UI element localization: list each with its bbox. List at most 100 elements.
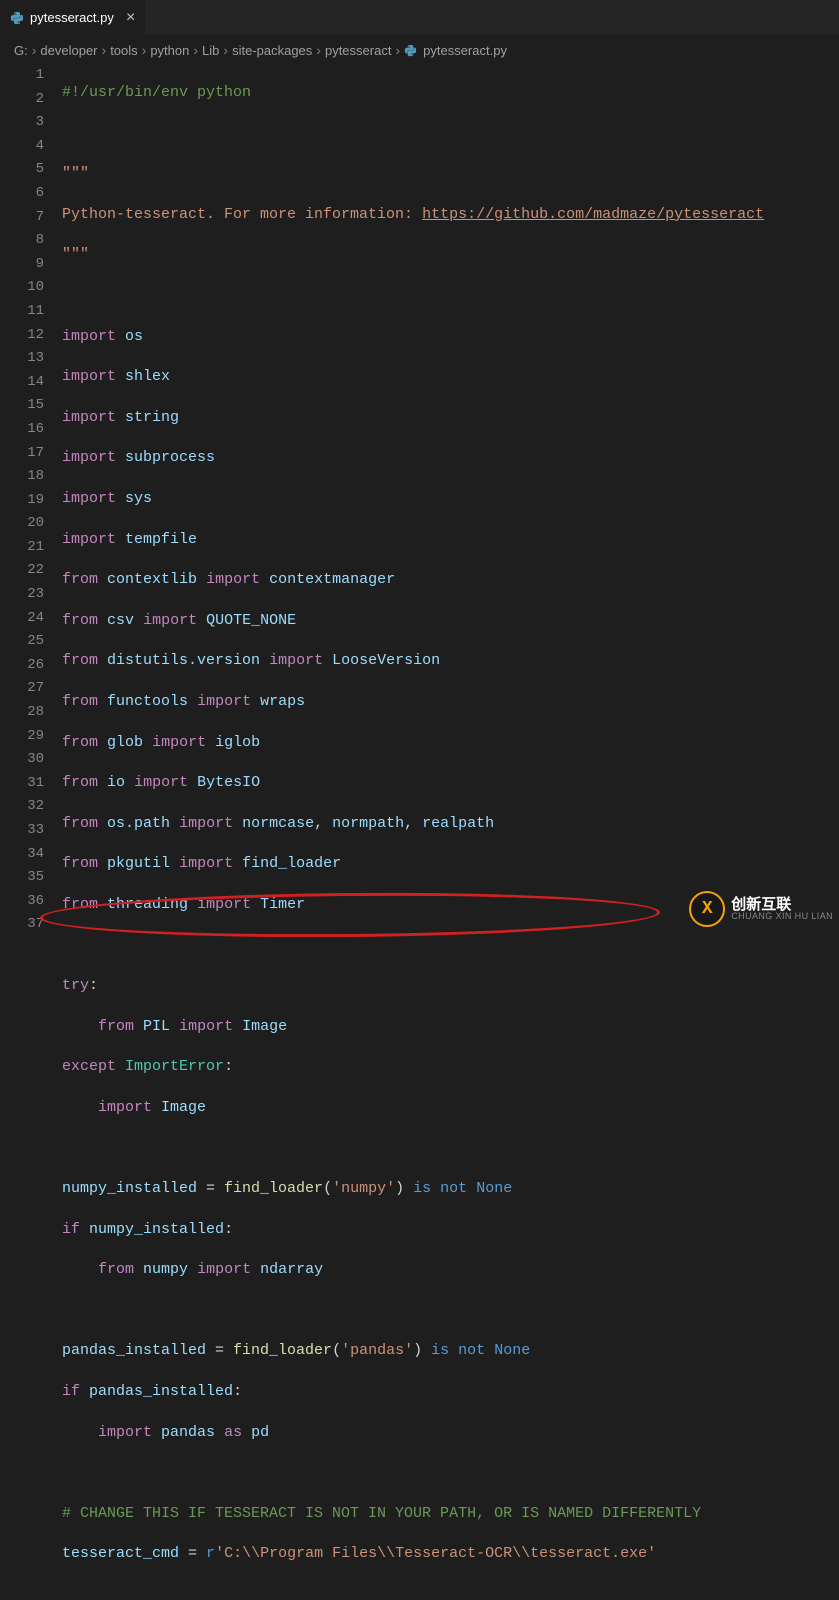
code-content[interactable]: #!/usr/bin/env python """ Python-tessera… xyxy=(62,64,839,935)
tab-bar: pytesseract.py × xyxy=(0,0,839,36)
code-text: None xyxy=(476,1180,512,1197)
code-text: import xyxy=(206,571,260,588)
code-text: # CHANGE THIS IF TESSERACT IS NOT IN YOU… xyxy=(62,1505,701,1522)
code-text: find_loader xyxy=(224,1180,323,1197)
code-text: Timer xyxy=(260,896,305,913)
code-text: import xyxy=(62,531,116,548)
tab-pytesseract[interactable]: pytesseract.py × xyxy=(0,0,146,35)
code-text: os.path xyxy=(107,815,170,832)
line-number: 27 xyxy=(0,677,44,701)
code-text: None xyxy=(494,1342,530,1359)
code-text: 'C:\\Program Files\\Tesseract-OCR\\tesse… xyxy=(215,1545,656,1562)
code-text: functools xyxy=(107,693,188,710)
line-number: 5 xyxy=(0,158,44,182)
line-number: 25 xyxy=(0,630,44,654)
code-text: import xyxy=(62,449,116,466)
line-number: 12 xyxy=(0,324,44,348)
code-text: pandas_installed xyxy=(89,1383,233,1400)
code-text: PIL xyxy=(143,1018,170,1035)
code-text: if xyxy=(62,1221,80,1238)
line-number: 33 xyxy=(0,819,44,843)
line-number: 14 xyxy=(0,371,44,395)
code-text: not xyxy=(458,1342,485,1359)
code-text: import xyxy=(134,774,188,791)
tab-label: pytesseract.py xyxy=(30,10,114,25)
code-text: numpy_installed xyxy=(62,1180,197,1197)
breadcrumb-root[interactable]: G: xyxy=(14,43,28,58)
code-text: find_loader xyxy=(242,855,341,872)
code-text: from xyxy=(98,1261,134,1278)
line-number: 9 xyxy=(0,253,44,277)
code-text: import xyxy=(152,734,206,751)
code-text: csv xyxy=(107,612,134,629)
breadcrumb-item[interactable]: tools xyxy=(110,43,137,58)
code-text: realpath xyxy=(422,815,494,832)
close-icon[interactable]: × xyxy=(126,9,136,27)
code-text: threading xyxy=(107,896,188,913)
line-number: 26 xyxy=(0,654,44,678)
code-text: QUOTE_NONE xyxy=(206,612,296,629)
code-text: ImportError xyxy=(125,1058,224,1075)
code-text: from xyxy=(62,774,98,791)
code-text: import xyxy=(62,328,116,345)
line-number: 23 xyxy=(0,583,44,607)
code-link[interactable]: https://github.com/madmaze/pytesseract xyxy=(422,206,764,223)
code-text: 'numpy' xyxy=(332,1180,395,1197)
code-text: except xyxy=(62,1058,116,1075)
line-number: 28 xyxy=(0,701,44,725)
breadcrumb-file[interactable]: pytesseract.py xyxy=(423,43,507,58)
breadcrumb-item[interactable]: site-packages xyxy=(232,43,312,58)
code-text: numpy_installed xyxy=(89,1221,224,1238)
python-file-icon xyxy=(10,11,24,25)
breadcrumb-item[interactable]: pytesseract xyxy=(325,43,391,58)
code-text: import xyxy=(179,815,233,832)
code-text: #!/usr/bin/env python xyxy=(62,84,251,101)
chevron-right-icon: › xyxy=(223,42,228,58)
code-text: import xyxy=(179,855,233,872)
line-number: 20 xyxy=(0,512,44,536)
code-text: import xyxy=(62,409,116,426)
chevron-right-icon: › xyxy=(102,42,107,58)
line-number: 6 xyxy=(0,182,44,206)
code-text: pandas_installed xyxy=(62,1342,206,1359)
code-text: normpath xyxy=(332,815,404,832)
code-text: """ xyxy=(62,246,89,263)
code-text: wraps xyxy=(260,693,305,710)
code-text: LooseVersion xyxy=(332,652,440,669)
line-number: 3 xyxy=(0,111,44,135)
code-text: find_loader xyxy=(233,1342,332,1359)
code-text: string xyxy=(125,409,179,426)
code-text: as xyxy=(224,1424,242,1441)
code-text: from xyxy=(62,815,98,832)
code-editor[interactable]: 1234567891011121314151617181920212223242… xyxy=(0,64,839,935)
code-text: pkgutil xyxy=(107,855,170,872)
line-number: 17 xyxy=(0,442,44,466)
code-text: import xyxy=(143,612,197,629)
line-number: 19 xyxy=(0,489,44,513)
chevron-right-icon: › xyxy=(142,42,147,58)
code-text: import xyxy=(98,1424,152,1441)
code-text: contextmanager xyxy=(269,571,395,588)
code-text: pandas xyxy=(161,1424,215,1441)
code-text: from xyxy=(62,855,98,872)
code-text: from xyxy=(62,734,98,751)
code-text: Python-tesseract. For more information: xyxy=(62,206,422,223)
code-text: import xyxy=(197,1261,251,1278)
code-text: from xyxy=(62,693,98,710)
line-number: 15 xyxy=(0,394,44,418)
breadcrumb-item[interactable]: developer xyxy=(40,43,97,58)
line-number: 24 xyxy=(0,607,44,631)
breadcrumb-item[interactable]: Lib xyxy=(202,43,219,58)
code-text: import xyxy=(197,693,251,710)
code-text: ndarray xyxy=(260,1261,323,1278)
code-text: iglob xyxy=(215,734,260,751)
code-text: import xyxy=(62,368,116,385)
breadcrumb: G: › developer › tools › python › Lib › … xyxy=(0,36,839,64)
code-text: is xyxy=(431,1342,449,1359)
code-text: Image xyxy=(161,1099,206,1116)
code-text: tempfile xyxy=(125,531,197,548)
code-text: subprocess xyxy=(125,449,215,466)
breadcrumb-item[interactable]: python xyxy=(150,43,189,58)
line-number: 8 xyxy=(0,229,44,253)
line-number: 7 xyxy=(0,206,44,230)
